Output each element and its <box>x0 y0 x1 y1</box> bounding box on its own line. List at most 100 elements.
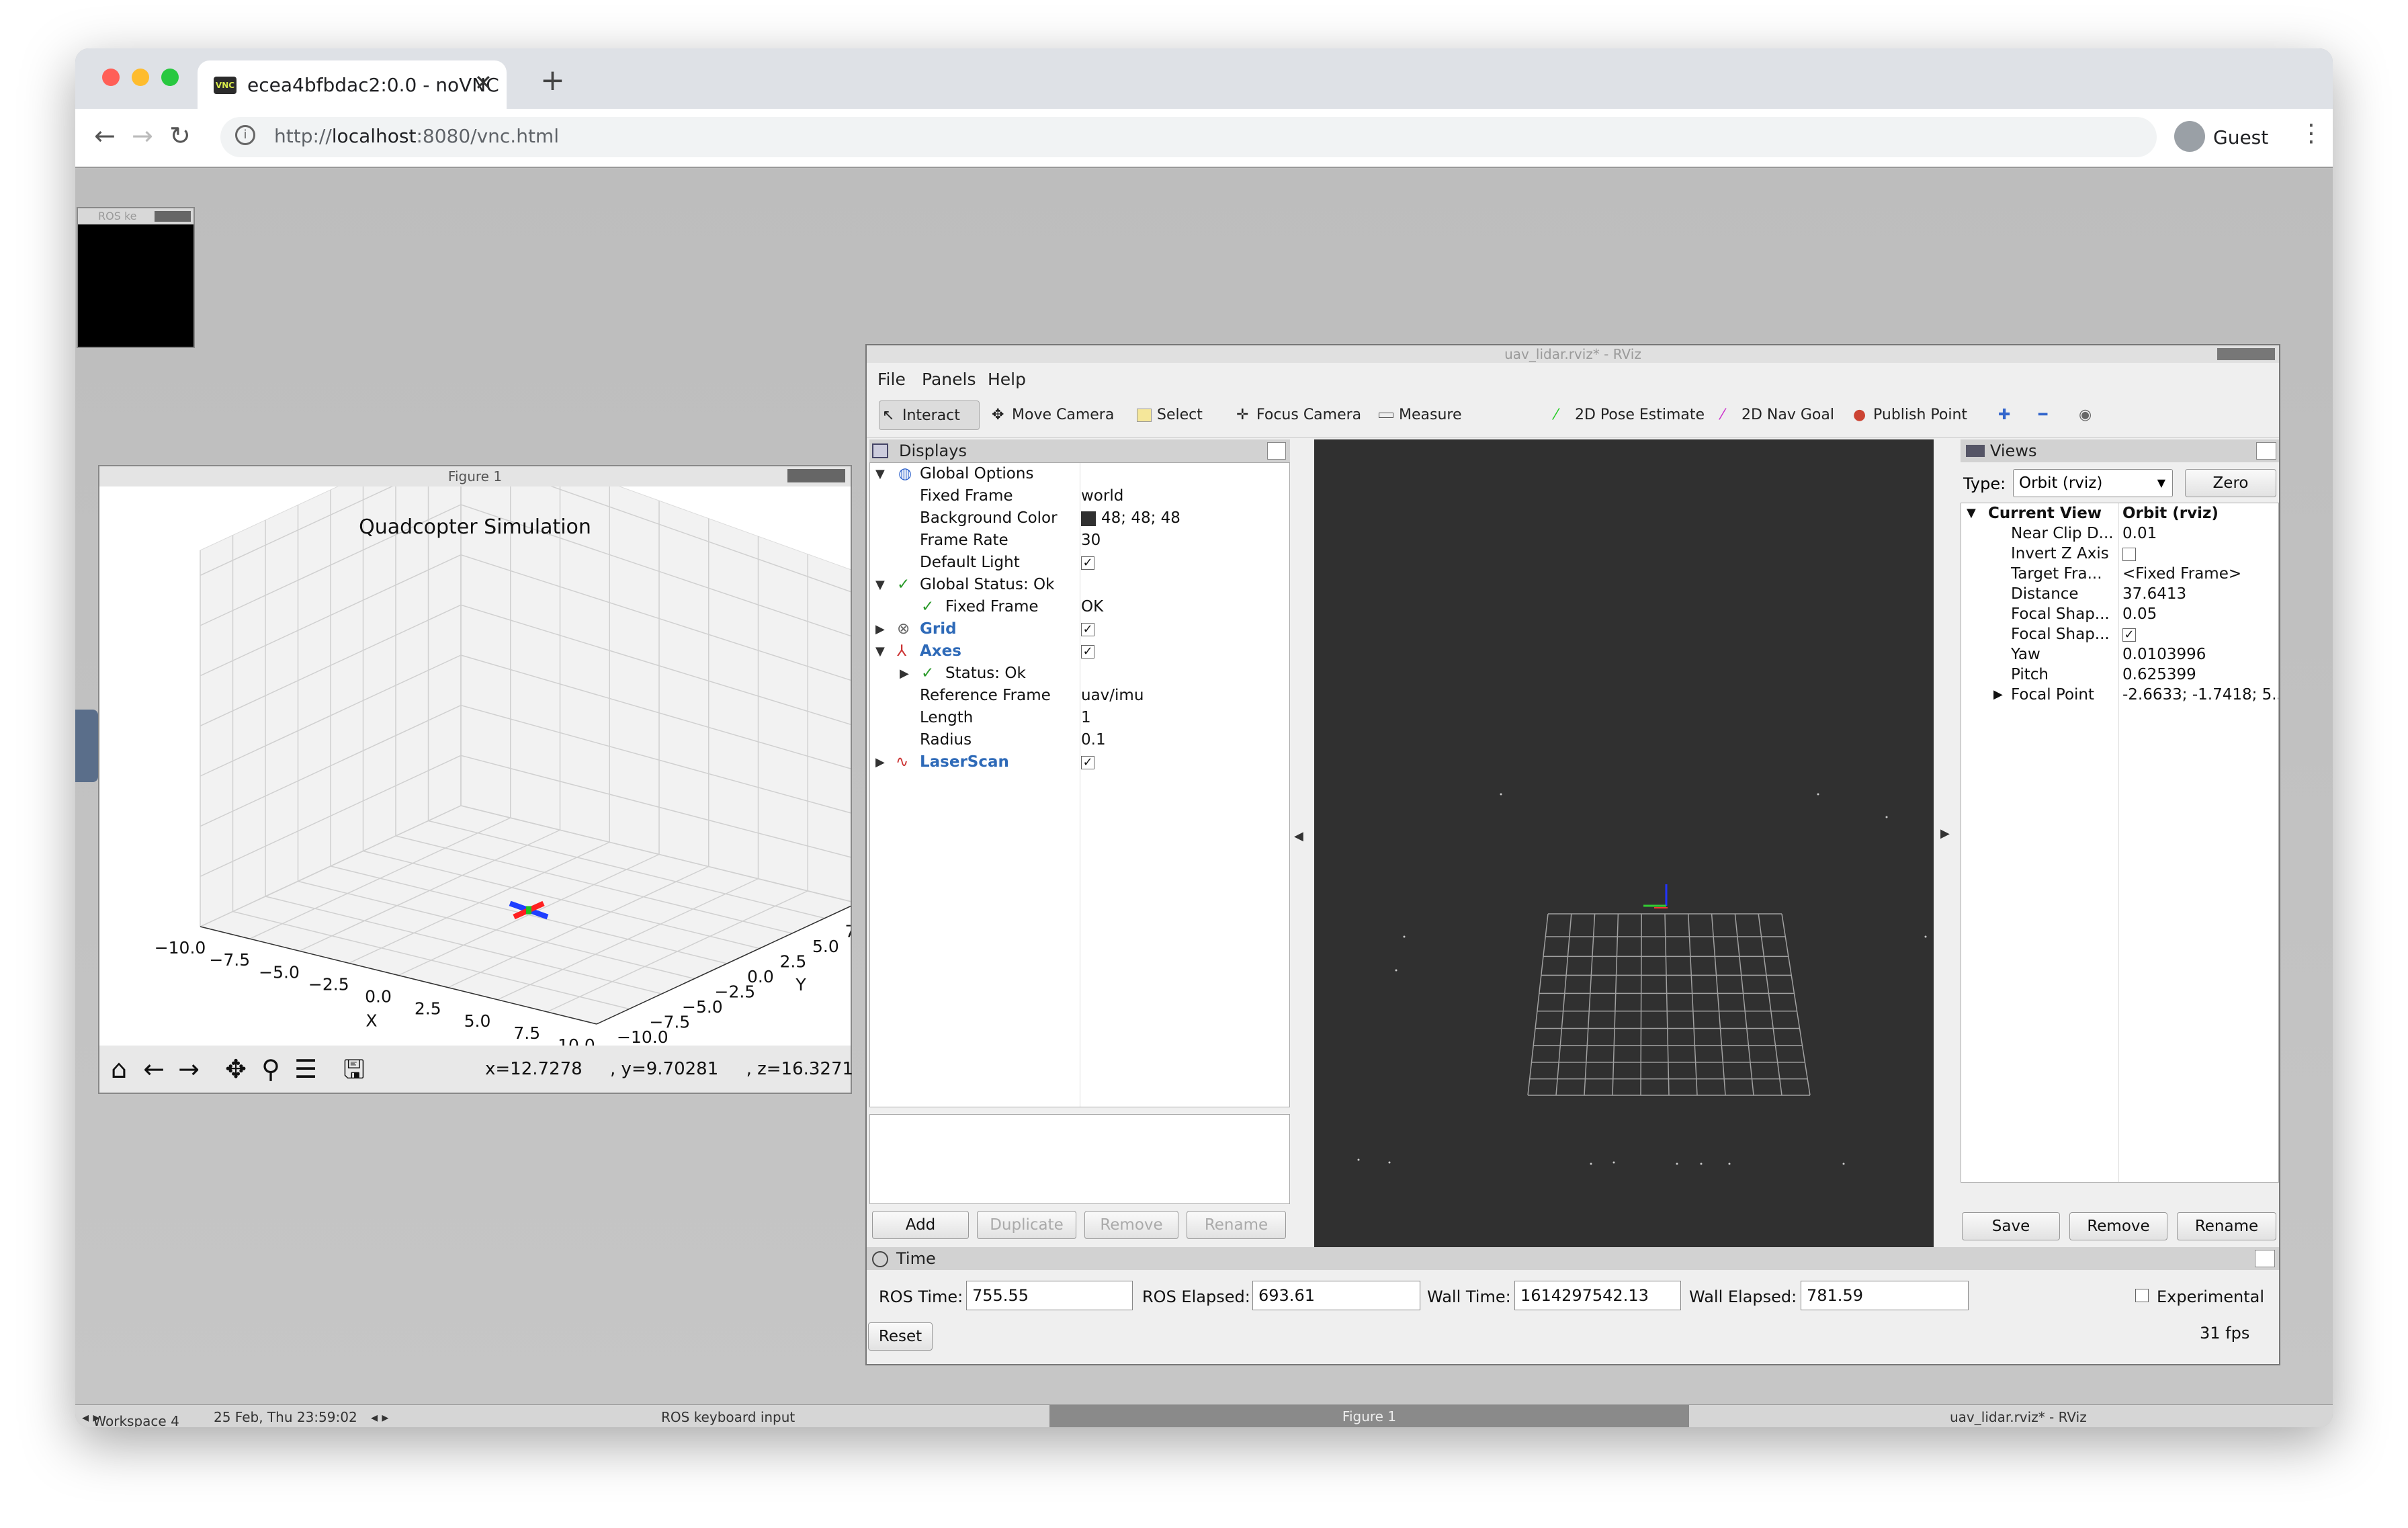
reload-icon[interactable]: ↻ <box>169 121 191 151</box>
tree-row-radius[interactable]: Radius 0.1 <box>870 729 1289 751</box>
novnc-sidebar-handle[interactable] <box>75 710 98 782</box>
tree-row-default-light[interactable]: Default Light ✓ <box>870 552 1289 574</box>
maximize-window-button[interactable] <box>161 69 179 86</box>
tree-row-fixed-frame-status[interactable]: ✓ Fixed Frame OK <box>870 596 1289 618</box>
tree-row-reference-frame[interactable]: Reference Frame uav/imu <box>870 685 1289 707</box>
tool-publish-point[interactable]: ● Publish Point <box>1850 400 1967 430</box>
panel-close-box[interactable] <box>1267 442 1286 460</box>
panel-close-box[interactable] <box>2256 442 2276 460</box>
view-row-current-view[interactable]: ▼ Current View Orbit (rviz) <box>1961 503 2278 523</box>
view-row-target-frame[interactable]: Target Fra... <Fixed Frame> <box>1961 564 2278 584</box>
remove-tool-icon[interactable]: ━ <box>2036 400 2053 430</box>
tree-row-axes-status[interactable]: ▶ ✓ Status: Ok <box>870 663 1289 685</box>
laserscan-checkbox[interactable]: ✓ <box>1081 755 1094 769</box>
forward-icon[interactable]: → <box>173 1052 204 1086</box>
rename-view-button[interactable]: Rename <box>2177 1212 2276 1240</box>
axes-checkbox[interactable]: ✓ <box>1081 644 1094 659</box>
browser-tab[interactable]: VNC ecea4bfbdac2:0.0 - noVNC ✕ <box>198 60 507 109</box>
forward-icon[interactable]: → <box>132 121 153 151</box>
displays-tree: ▼ ◍ Global Options Fixed Frame world Backgr… <box>869 462 1290 1107</box>
tool-select[interactable]: Select <box>1134 400 1203 430</box>
configure-subplots-icon[interactable]: ☰ <box>290 1052 321 1086</box>
back-icon[interactable]: ← <box>94 121 116 151</box>
add-tool-icon[interactable]: ✚ <box>1995 400 2013 430</box>
grid-checkbox[interactable]: ✓ <box>1081 622 1094 636</box>
ros-keyboard-window[interactable]: ROS ke <box>77 207 195 348</box>
tree-row-axes[interactable]: ▼ ⅄ Axes ✓ <box>870 640 1289 663</box>
ros-elapsed-field[interactable]: 693.61 <box>1252 1281 1420 1310</box>
window-controls[interactable] <box>787 469 845 482</box>
tool-2d-nav-goal[interactable]: ⁄ 2D Nav Goal <box>1719 400 1834 430</box>
tree-row-grid[interactable]: ▶ ⊗ Grid ✓ <box>870 618 1289 640</box>
rename-display-button[interactable]: Rename <box>1187 1211 1286 1239</box>
tree-row-laserscan[interactable]: ▶ ∿ LaserScan ✓ <box>870 751 1289 773</box>
view-row-pitch[interactable]: Pitch 0.625399 <box>1961 665 2278 685</box>
taskbar-item-rviz[interactable]: uav_lidar.rviz* - RViz <box>1950 1409 2087 1425</box>
ros-time-field[interactable]: 755.55 <box>966 1281 1133 1310</box>
new-tab-icon[interactable]: + <box>540 63 565 97</box>
home-icon[interactable]: ⌂ <box>103 1052 134 1086</box>
eye-icon[interactable]: ◉ <box>2076 400 2094 430</box>
view-row-distance[interactable]: Distance 37.6413 <box>1961 584 2278 604</box>
tree-row-global-options[interactable]: ▼ ◍ Global Options <box>870 463 1289 485</box>
close-window-button[interactable] <box>102 69 120 86</box>
menu-help[interactable]: Help <box>988 370 1026 389</box>
duplicate-display-button[interactable]: Duplicate <box>977 1211 1076 1239</box>
menu-file[interactable]: File <box>877 370 906 389</box>
window-controls[interactable] <box>155 211 191 222</box>
wall-time-field[interactable]: 1614297542.13 <box>1514 1281 1681 1310</box>
pan-icon[interactable]: ✥ <box>220 1052 251 1086</box>
save-icon[interactable]: 🖫 <box>339 1052 370 1086</box>
view-row-yaw[interactable]: Yaw 0.0103996 <box>1961 644 2278 665</box>
back-icon[interactable]: ← <box>138 1052 169 1086</box>
invert-z-checkbox[interactable] <box>2122 547 2136 561</box>
3d-render-view[interactable] <box>1314 439 1934 1247</box>
workspace-switcher[interactable]: ◂ Workspace 4 ▸ <box>82 1409 179 1427</box>
site-info-icon[interactable]: i <box>235 125 255 145</box>
focal-shape-checkbox[interactable]: ✓ <box>2122 628 2136 642</box>
view-row-focal-shape-fixed[interactable]: Focal Shap... ✓ <box>1961 624 2278 644</box>
address-bar[interactable]: i http://localhost:8080/vnc.html <box>220 117 2157 157</box>
prev-workspace-icon[interactable]: ◂ ▸ <box>371 1409 388 1425</box>
tool-focus-camera[interactable]: ✛ Focus Camera <box>1234 400 1361 430</box>
collapse-right-icon[interactable]: ▶ <box>1940 826 1950 841</box>
zero-button[interactable]: Zero <box>2185 469 2276 497</box>
view-type-select[interactable]: Orbit (rviz) ▼ <box>2013 469 2173 497</box>
remove-display-button[interactable]: Remove <box>1084 1211 1178 1239</box>
collapse-left-icon[interactable]: ◀ <box>1294 829 1303 843</box>
tool-move-camera[interactable]: ✥ Move Camera <box>989 400 1114 430</box>
tool-interact[interactable]: ↖ Interact <box>879 400 980 430</box>
more-menu-icon[interactable]: ⋮ <box>2299 120 2323 147</box>
close-tab-icon[interactable]: ✕ <box>474 70 492 95</box>
menu-panels[interactable]: Panels <box>922 370 976 389</box>
tool-2d-pose-estimate[interactable]: ⁄ 2D Pose Estimate <box>1552 400 1705 430</box>
tree-row-background-color[interactable]: Background Color 48; 48; 48 <box>870 507 1289 529</box>
view-row-focal-shape-size[interactable]: Focal Shap... 0.05 <box>1961 604 2278 624</box>
quadcopter-3d-plot[interactable]: −10.0−7.5−5.0−2.50.02.55.07.510.0 −10.0−7… <box>99 486 851 1046</box>
taskbar-item-ros-keyboard[interactable]: ROS keyboard input <box>661 1409 795 1425</box>
tree-row-frame-rate[interactable]: Frame Rate 30 <box>870 529 1289 552</box>
remove-view-button[interactable]: Remove <box>2069 1212 2167 1240</box>
tree-row-fixed-frame[interactable]: Fixed Frame world <box>870 485 1289 507</box>
minimize-window-button[interactable] <box>132 69 149 86</box>
save-view-button[interactable]: Save <box>1962 1212 2060 1240</box>
tree-row-length[interactable]: Length 1 <box>870 707 1289 729</box>
displays-panel: Displays ▼ ◍ Global Options Fixed Frame wor… <box>869 439 1290 1239</box>
taskbar-item-figure[interactable]: Figure 1 <box>1049 1405 1689 1427</box>
view-row-focal-point[interactable]: ▶ Focal Point -2.6633; -1.7418; 5.5 <box>1961 685 2278 705</box>
default-light-checkbox[interactable]: ✓ <box>1081 556 1094 570</box>
wall-elapsed-field[interactable]: 781.59 <box>1801 1281 1969 1310</box>
plot-title: Quadcopter Simulation <box>359 515 591 539</box>
panel-close-box[interactable] <box>2255 1250 2275 1267</box>
window-controls[interactable] <box>2217 348 2275 360</box>
tool-measure[interactable]: Measure <box>1376 400 1462 430</box>
zoom-icon[interactable]: ⚲ <box>255 1052 286 1086</box>
experimental-checkbox[interactable] <box>2135 1289 2149 1302</box>
view-row-invert-z[interactable]: Invert Z Axis <box>1961 544 2278 564</box>
add-display-button[interactable]: Add <box>872 1211 969 1239</box>
reset-button[interactable]: Reset <box>868 1322 933 1351</box>
displays-header: Displays <box>869 439 1290 462</box>
tree-row-global-status[interactable]: ▼ ✓ Global Status: Ok <box>870 574 1289 596</box>
view-row-near-clip[interactable]: Near Clip D... 0.01 <box>1961 523 2278 544</box>
profile-button[interactable]: Guest <box>2174 117 2275 157</box>
